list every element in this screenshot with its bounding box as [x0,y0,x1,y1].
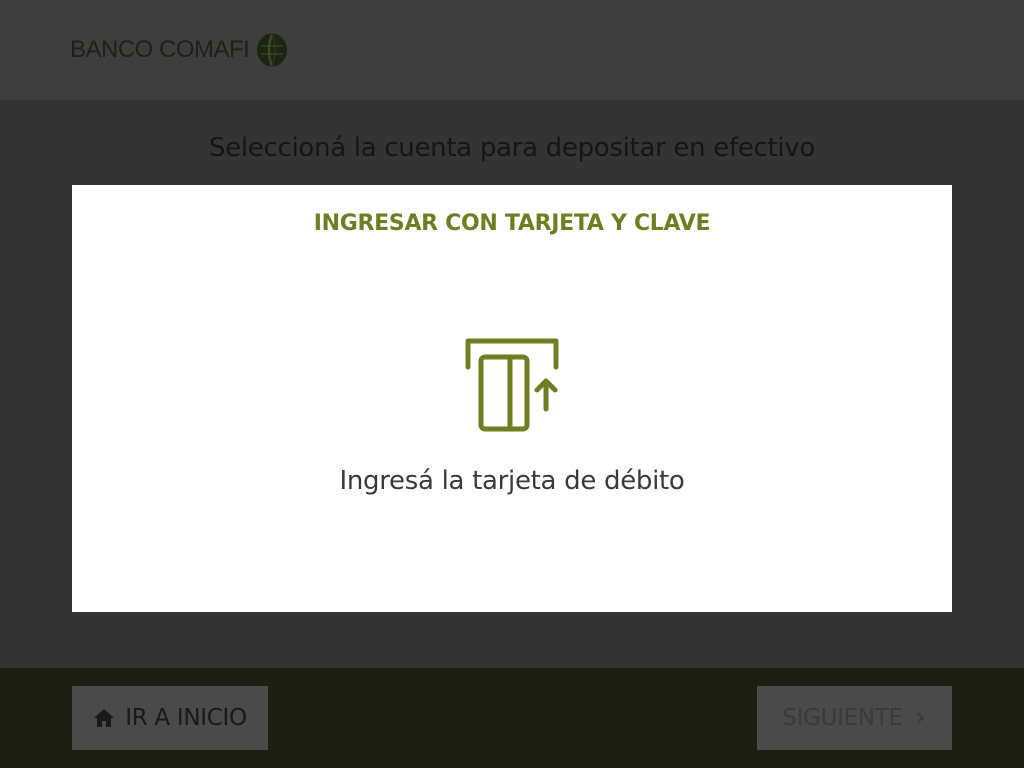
logo-text: BANCO COMAFI [70,36,250,63]
header-bar: BANCO COMAFI [0,0,1024,100]
next-button[interactable]: SIGUIENTE [757,686,952,750]
insert-card-instruction: Ingresá la tarjeta de débito [339,466,685,496]
dialog-title: INGRESAR CON TARJETA Y CLAVE [313,211,711,236]
go-home-label: IR A INICIO [125,705,247,731]
page-title: Seleccioná la cuenta para depositar en e… [208,133,816,163]
chevron-right-icon [916,712,925,724]
bank-logo: BANCO COMAFI [70,32,289,68]
go-home-button[interactable]: IR A INICIO [72,686,268,750]
card-insert-icon [465,338,559,432]
card-login-dialog: INGRESAR CON TARJETA Y CLAVE Ingresá la … [72,185,952,612]
comafi-leaf-icon [257,33,288,67]
next-label: SIGUIENTE [782,705,903,731]
home-icon [94,709,115,727]
